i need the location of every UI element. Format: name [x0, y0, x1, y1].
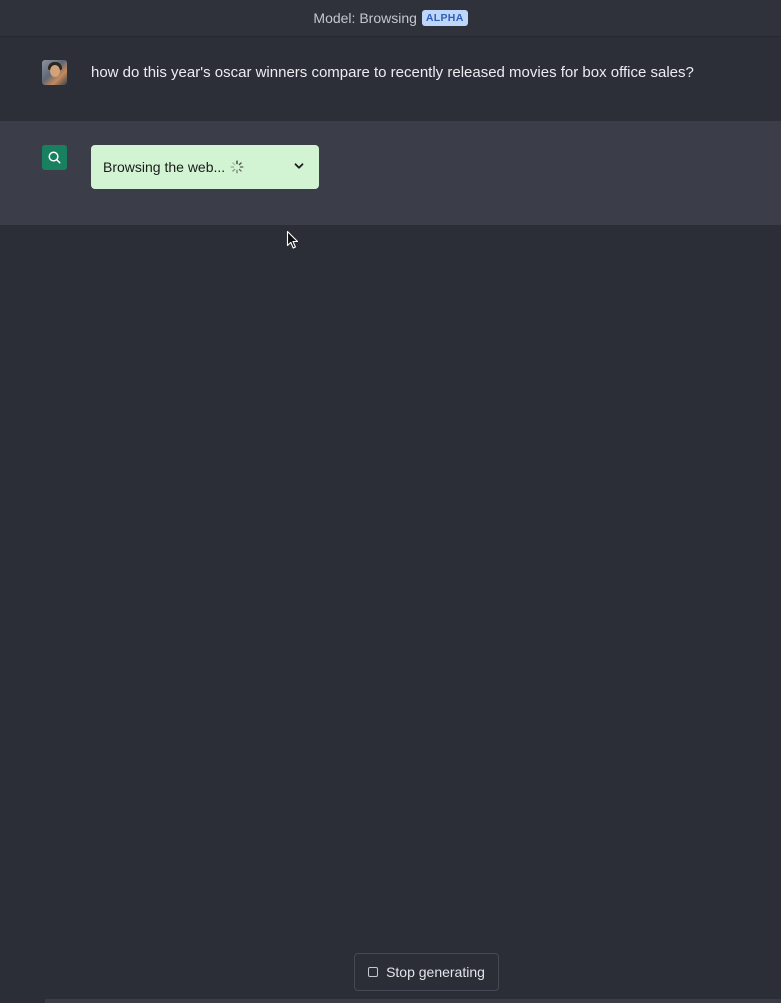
search-icon	[42, 145, 67, 170]
browsing-status-dropdown[interactable]: Browsing the web...	[91, 145, 319, 189]
chevron-down-icon[interactable]	[292, 159, 306, 173]
user-message-text: how do this year's oscar winners compare…	[91, 64, 694, 81]
alpha-badge: ALPHA	[421, 10, 468, 26]
model-header: Model: Browsing ALPHA	[0, 0, 781, 37]
bottom-divider	[45, 999, 781, 1003]
mouse-cursor-icon	[286, 230, 300, 250]
user-message-row: how do this year's oscar winners compare…	[0, 37, 781, 121]
stop-generating-label: Stop generating	[386, 964, 485, 980]
model-label: Model: Browsing	[313, 10, 417, 26]
assistant-message-row: Browsing the web...	[0, 121, 781, 225]
stop-generating-button[interactable]: Stop generating	[354, 953, 499, 991]
stop-square-icon	[368, 967, 379, 977]
browsing-status-text: Browsing the web...	[103, 159, 226, 175]
chat-page: Model: Browsing ALPHA how do this year's…	[0, 0, 781, 1003]
user-avatar	[42, 60, 67, 85]
spinner-icon	[230, 160, 244, 174]
